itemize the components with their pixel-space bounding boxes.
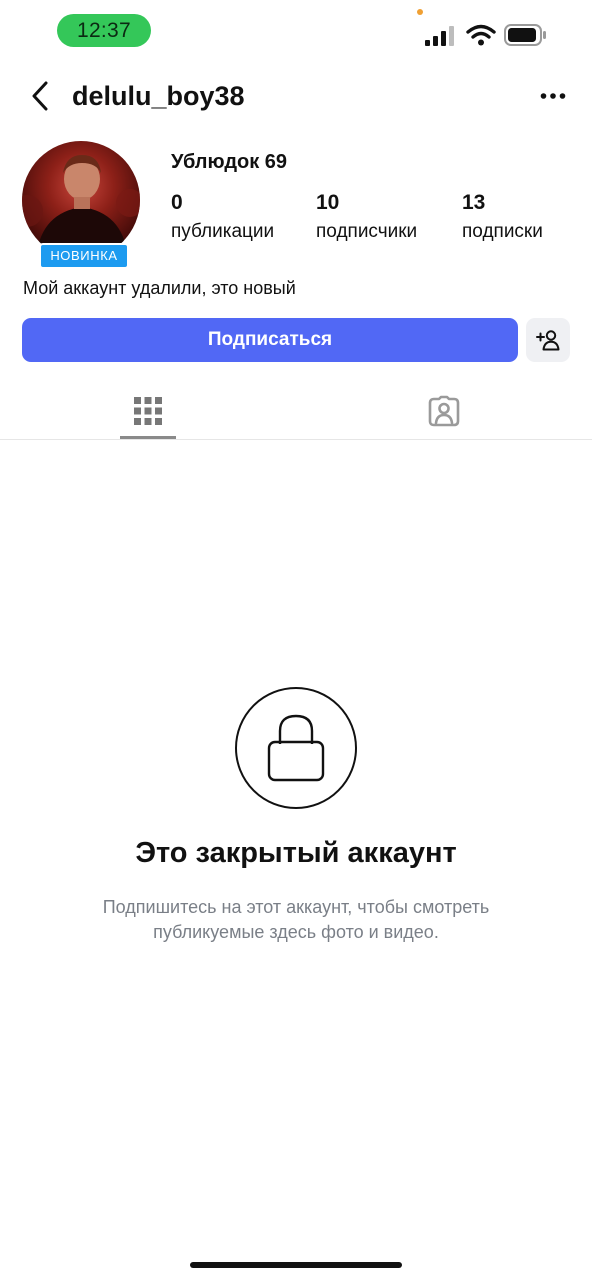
suggested-accounts-button[interactable]	[526, 318, 570, 362]
followers-count: 10	[316, 191, 340, 214]
following-label: подписки	[462, 221, 543, 242]
profile-bio: Мой аккаунт удалили, это новый	[23, 278, 296, 298]
display-name: Ублюдок 69	[171, 151, 288, 173]
more-dots-icon	[540, 93, 566, 99]
posts-label: публикации	[171, 221, 275, 242]
avatar-photo	[22, 155, 140, 259]
chevron-left-icon	[32, 81, 48, 111]
followers-label: подписчики	[316, 221, 418, 242]
status-time: 12:37	[57, 14, 151, 47]
new-account-badge: НОВИНКА	[39, 243, 129, 269]
camera-indicator-dot	[417, 9, 423, 15]
tagged-person-icon	[428, 395, 460, 427]
lock-icon	[267, 714, 325, 782]
private-subtitle-line-1: Подпишитесь на этот аккаунт, чтобы смотр…	[102, 897, 490, 917]
tab-tagged[interactable]	[396, 385, 492, 437]
avatar[interactable]	[22, 141, 140, 259]
add-person-icon	[536, 330, 560, 351]
private-account-title: Это закрытый аккаунт	[135, 837, 457, 869]
home-indicator[interactable]	[190, 1262, 402, 1268]
signal-icon	[425, 26, 454, 46]
tab-posts-grid[interactable]	[100, 385, 196, 437]
back-button[interactable]	[22, 78, 58, 114]
tabs-divider	[0, 439, 592, 440]
private-account-subtitle: Подпишитесь на этот аккаунт, чтобы смотр…	[40, 895, 552, 945]
grid-icon	[134, 397, 162, 425]
private-account-badge	[235, 687, 357, 809]
private-subtitle-line-2: публикуемые здесь фото и видео.	[153, 922, 439, 942]
followers-stat[interactable]: 10 подписчики	[316, 190, 417, 244]
more-options-button[interactable]	[532, 80, 574, 112]
following-count: 13	[462, 191, 486, 214]
posts-count: 0	[171, 191, 183, 214]
profile-username: delulu_boy38	[72, 81, 245, 111]
follow-button[interactable]: Подписаться	[22, 318, 518, 362]
battery-icon	[504, 24, 546, 46]
posts-stat: 0 публикации	[171, 190, 274, 244]
following-stat[interactable]: 13 подписки	[462, 190, 543, 244]
wifi-icon	[466, 24, 496, 46]
